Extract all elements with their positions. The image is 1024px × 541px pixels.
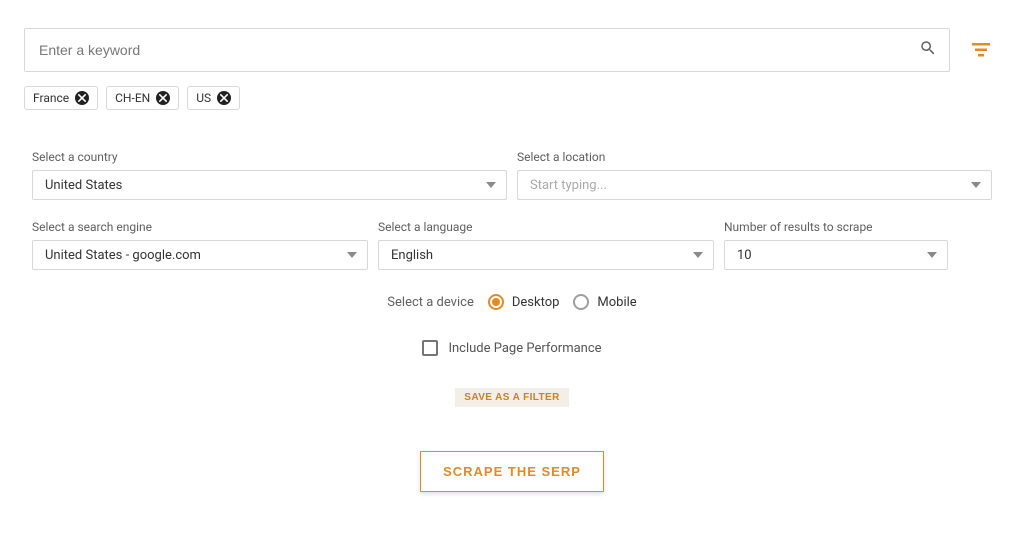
save-as-filter-button[interactable]: Save as a Filter	[455, 388, 568, 407]
keyword-input[interactable]	[37, 41, 919, 59]
checkbox-icon	[422, 340, 438, 356]
country-label: Select a country	[32, 150, 507, 164]
results-label: Number of results to scrape	[724, 220, 948, 234]
keyword-search[interactable]	[24, 28, 950, 72]
language-value: English	[391, 248, 433, 263]
location-select[interactable]: Start typing...	[517, 170, 992, 200]
chevron-down-icon	[927, 252, 937, 258]
country-select[interactable]: United States	[32, 170, 507, 200]
close-icon[interactable]	[217, 91, 231, 105]
results-value: 10	[737, 248, 752, 263]
close-icon[interactable]	[156, 91, 170, 105]
include-performance-label: Include Page Performance	[448, 341, 601, 356]
filter-chips-row: France CH-EN US	[24, 72, 1000, 110]
chip-us[interactable]: US	[187, 86, 240, 110]
filter-icon[interactable]	[972, 43, 990, 57]
close-icon[interactable]	[75, 91, 89, 105]
include-performance-checkbox[interactable]: Include Page Performance	[24, 310, 1000, 356]
radio-label: Desktop	[512, 295, 560, 310]
device-radio-desktop[interactable]: Desktop	[488, 294, 560, 310]
chip-france[interactable]: France	[24, 86, 98, 110]
engine-value: United States - google.com	[45, 248, 201, 263]
chevron-down-icon	[347, 252, 357, 258]
chevron-down-icon	[486, 182, 496, 188]
device-label: Select a device	[387, 295, 474, 310]
radio-label: Mobile	[597, 295, 636, 310]
search-icon[interactable]	[919, 39, 937, 61]
location-label: Select a location	[517, 150, 992, 164]
chevron-down-icon	[693, 252, 703, 258]
chip-ch-en[interactable]: CH-EN	[106, 86, 179, 110]
language-select[interactable]: English	[378, 240, 714, 270]
chip-label: CH-EN	[115, 91, 150, 105]
chip-label: US	[196, 91, 211, 105]
radio-icon	[573, 294, 589, 310]
scrape-serp-button[interactable]: Scrape the SERP	[420, 451, 604, 492]
device-radio-mobile[interactable]: Mobile	[573, 294, 636, 310]
radio-icon-selected	[488, 294, 504, 310]
engine-select[interactable]: United States - google.com	[32, 240, 368, 270]
location-placeholder: Start typing...	[530, 178, 607, 193]
results-select[interactable]: 10	[724, 240, 948, 270]
chevron-down-icon	[971, 182, 981, 188]
country-value: United States	[45, 178, 122, 193]
engine-label: Select a search engine	[32, 220, 368, 234]
chip-label: France	[33, 91, 69, 105]
language-label: Select a language	[378, 220, 714, 234]
